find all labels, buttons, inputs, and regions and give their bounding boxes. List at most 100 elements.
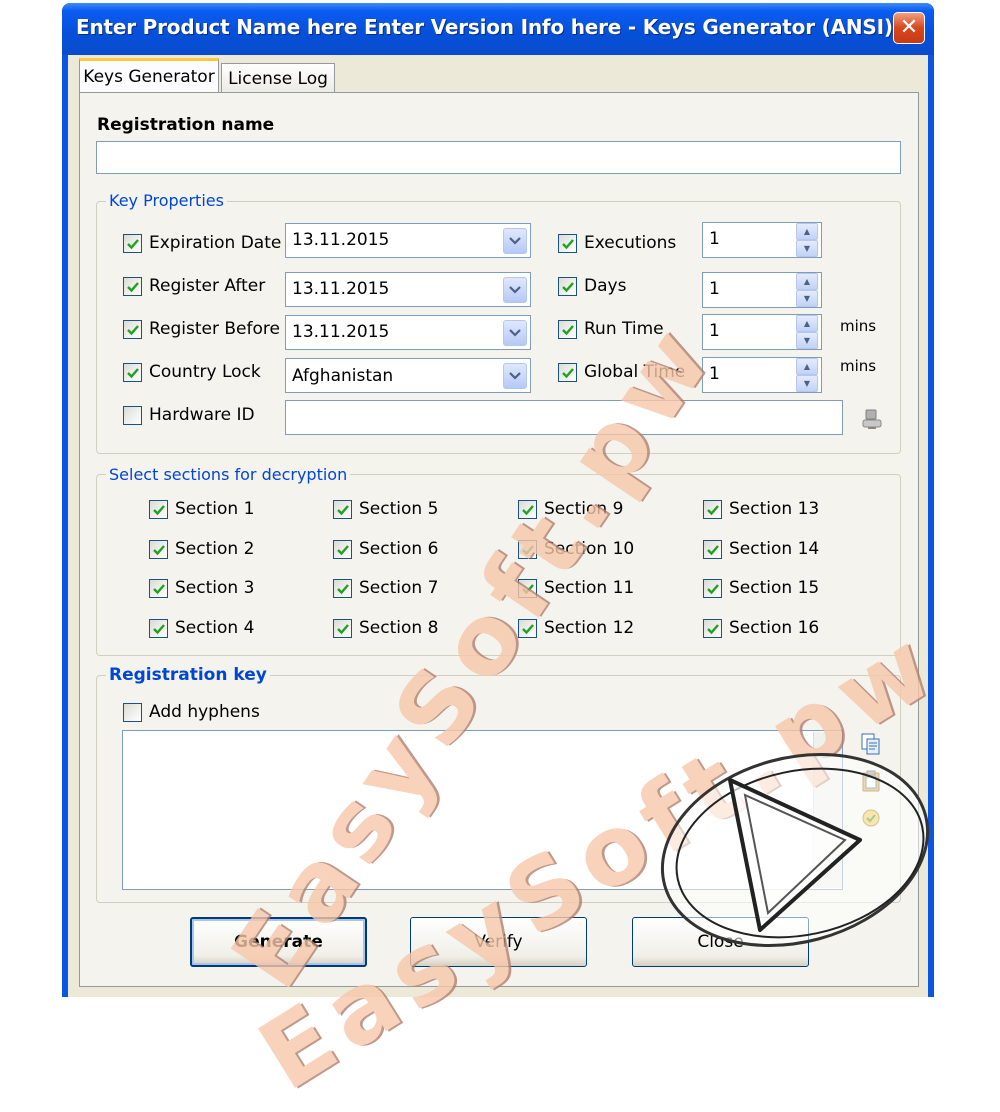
- check-icon: [152, 583, 165, 594]
- registration-name-input[interactable]: [96, 141, 901, 174]
- section-5-label: Section 5: [359, 499, 439, 519]
- check-icon: [126, 367, 139, 378]
- check-icon: [336, 544, 349, 555]
- register-before-dropdown[interactable]: [503, 320, 527, 346]
- register-before-label: Register Before: [149, 319, 280, 339]
- section-16-checkbox[interactable]: [703, 619, 722, 638]
- section-14-checkbox[interactable]: [703, 540, 722, 559]
- section-15-checkbox[interactable]: [703, 579, 722, 598]
- spin-down-icon[interactable]: ▼: [796, 290, 818, 307]
- check-icon: [152, 504, 165, 515]
- check-icon: [152, 623, 165, 634]
- registration-key-title: Registration key: [106, 665, 270, 685]
- check-icon: [706, 544, 719, 555]
- register-after-picker[interactable]: 13.11.2015: [285, 272, 531, 307]
- section-1-label: Section 1: [175, 499, 255, 519]
- add-hyphens-checkbox[interactable]: [123, 703, 142, 722]
- global-time-checkbox[interactable]: [558, 363, 577, 382]
- days-spinner[interactable]: ▲ ▼: [796, 273, 818, 307]
- section-5-checkbox[interactable]: [333, 500, 352, 519]
- verify-button[interactable]: Verify: [410, 917, 587, 967]
- register-before-value: 13.11.2015: [292, 322, 390, 342]
- country-lock-select[interactable]: Afghanistan: [285, 358, 531, 393]
- run-time-value: 1: [709, 321, 720, 341]
- close-button[interactable]: Close: [632, 917, 809, 967]
- days-value: 1: [709, 279, 720, 299]
- section-13-checkbox[interactable]: [703, 500, 722, 519]
- sections-title: Select sections for decryption: [106, 465, 351, 484]
- spin-down-icon[interactable]: ▼: [796, 332, 818, 349]
- section-6-checkbox[interactable]: [333, 540, 352, 559]
- section-1-checkbox[interactable]: [149, 500, 168, 519]
- section-8-checkbox[interactable]: [333, 619, 352, 638]
- register-before-checkbox[interactable]: [123, 320, 142, 339]
- check-icon: [152, 544, 165, 555]
- check-icon: [521, 623, 534, 634]
- section-2-label: Section 2: [175, 539, 255, 559]
- global-time-spinner[interactable]: ▲ ▼: [796, 358, 818, 392]
- check-icon: [706, 623, 719, 634]
- run-time-checkbox[interactable]: [558, 320, 577, 339]
- computer-icon: [862, 409, 882, 429]
- section-14-label: Section 14: [729, 539, 820, 559]
- register-after-value: 13.11.2015: [292, 279, 390, 299]
- tab-keys-generator[interactable]: Keys Generator: [79, 58, 219, 92]
- spin-up-icon[interactable]: ▲: [796, 223, 818, 240]
- registration-key-scrollbar[interactable]: [813, 732, 842, 888]
- check-icon: [706, 583, 719, 594]
- register-after-label: Register After: [149, 276, 266, 296]
- tab-license-log[interactable]: License Log: [221, 63, 335, 93]
- tab-label: Keys Generator: [83, 66, 215, 87]
- chevron-down-icon: [509, 329, 521, 337]
- country-lock-checkbox[interactable]: [123, 363, 142, 382]
- section-12-checkbox[interactable]: [518, 619, 537, 638]
- section-7-label: Section 7: [359, 578, 439, 598]
- save-icon: [862, 809, 880, 827]
- register-after-dropdown[interactable]: [503, 277, 527, 303]
- section-10-label: Section 10: [544, 539, 635, 559]
- executions-checkbox[interactable]: [558, 234, 577, 253]
- register-before-picker[interactable]: 13.11.2015: [285, 315, 531, 350]
- section-10-checkbox[interactable]: [518, 540, 537, 559]
- section-11-checkbox[interactable]: [518, 579, 537, 598]
- section-11-label: Section 11: [544, 578, 635, 598]
- spin-up-icon[interactable]: ▲: [796, 273, 818, 290]
- hardware-id-input[interactable]: [285, 400, 843, 435]
- generate-button[interactable]: Generate: [190, 917, 367, 967]
- section-12-label: Section 12: [544, 618, 635, 638]
- close-icon: ✕: [899, 15, 919, 40]
- country-lock-dropdown[interactable]: [503, 363, 527, 389]
- copy-key-button[interactable]: [858, 731, 884, 757]
- section-6-label: Section 6: [359, 539, 439, 559]
- paste-key-button[interactable]: [858, 768, 884, 794]
- executions-spinner[interactable]: ▲ ▼: [796, 223, 818, 257]
- section-3-checkbox[interactable]: [149, 579, 168, 598]
- global-time-unit: mins: [840, 357, 877, 375]
- run-time-spinner[interactable]: ▲ ▼: [796, 315, 818, 349]
- section-9-checkbox[interactable]: [518, 500, 537, 519]
- chevron-down-icon: [509, 286, 521, 294]
- clipboard-icon: [862, 770, 880, 792]
- section-7-checkbox[interactable]: [333, 579, 352, 598]
- close-window-button[interactable]: ✕: [893, 12, 925, 44]
- add-hyphens-label: Add hyphens: [149, 702, 260, 722]
- days-checkbox[interactable]: [558, 277, 577, 296]
- expiration-date-picker[interactable]: 13.11.2015: [285, 223, 531, 258]
- spin-up-icon[interactable]: ▲: [796, 358, 818, 375]
- registration-name-label: Registration name: [97, 115, 275, 135]
- section-4-checkbox[interactable]: [149, 619, 168, 638]
- hardware-id-checkbox[interactable]: [123, 406, 142, 425]
- expiration-date-dropdown[interactable]: [503, 228, 527, 254]
- spin-down-icon[interactable]: ▼: [796, 240, 818, 257]
- save-key-button[interactable]: [858, 805, 884, 831]
- register-after-checkbox[interactable]: [123, 277, 142, 296]
- hardware-id-button[interactable]: [859, 406, 885, 432]
- spin-down-icon[interactable]: ▼: [796, 375, 818, 392]
- section-2-checkbox[interactable]: [149, 540, 168, 559]
- spin-up-icon[interactable]: ▲: [796, 315, 818, 332]
- registration-key-textarea[interactable]: [122, 730, 843, 890]
- expiration-date-checkbox[interactable]: [123, 234, 142, 253]
- section-15-label: Section 15: [729, 578, 820, 598]
- check-icon: [521, 544, 534, 555]
- check-icon: [561, 281, 574, 292]
